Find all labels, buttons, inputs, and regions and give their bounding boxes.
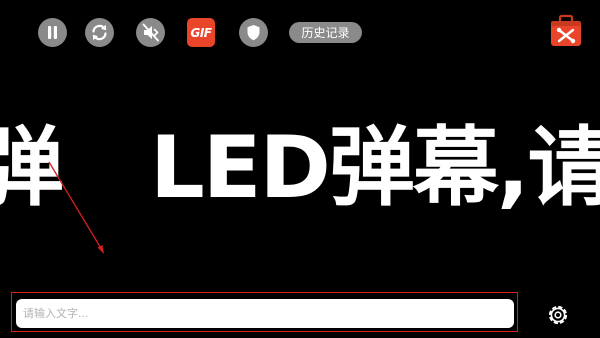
- history-button[interactable]: 历史记录: [289, 22, 362, 43]
- loop-button[interactable]: [85, 18, 114, 47]
- shield-button[interactable]: [239, 18, 268, 47]
- mute-icon: [142, 23, 159, 42]
- gif-button[interactable]: GIF: [187, 18, 215, 47]
- history-label: 历史记录: [301, 26, 350, 40]
- settings-button[interactable]: [546, 303, 570, 327]
- toolbox-icon: [551, 14, 581, 46]
- sound-toggle-button[interactable]: [136, 18, 165, 47]
- pause-icon: [48, 26, 57, 39]
- led-marquee-text: LED弹幕,请: [150, 118, 600, 218]
- led-display-screen[interactable]: 弹 LED弹幕,请 GIF 历史记录: [0, 0, 600, 338]
- gif-icon: GIF: [190, 25, 212, 40]
- toolbox-button[interactable]: [549, 14, 583, 48]
- loop-icon: [92, 24, 107, 41]
- text-input[interactable]: [16, 299, 514, 328]
- marquee-offscreen-char: 弹: [0, 118, 64, 218]
- gear-icon: [548, 305, 568, 325]
- pause-button[interactable]: [38, 18, 67, 47]
- shield-icon: [247, 25, 260, 41]
